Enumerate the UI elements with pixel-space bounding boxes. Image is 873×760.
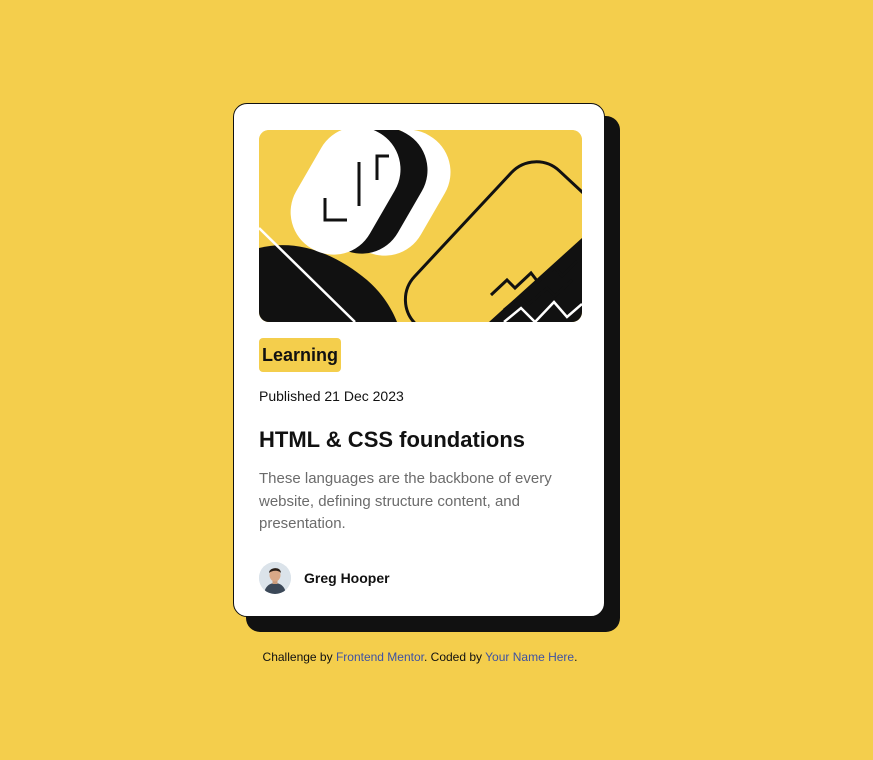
card-description: These languages are the backbone of ever… xyxy=(259,470,552,532)
card-title[interactable]: HTML & CSS foundations xyxy=(259,427,525,453)
publish-date: Published 21 Dec 2023 xyxy=(259,388,404,404)
author: Greg Hooper xyxy=(259,562,390,594)
attribution-middle: . Coded by xyxy=(424,650,486,664)
hero-illustration xyxy=(259,130,582,322)
category-tag: Learning xyxy=(259,338,342,372)
author-site-link[interactable]: Your Name Here xyxy=(485,650,574,664)
attribution: Challenge by Frontend Mentor. Coded by Y… xyxy=(0,650,840,664)
attribution-prefix: Challenge by xyxy=(262,650,336,664)
frontend-mentor-link[interactable]: Frontend Mentor xyxy=(336,650,424,664)
attribution-suffix: . xyxy=(574,650,578,664)
author-name: Greg Hooper xyxy=(304,570,390,586)
blog-preview-card: Learning Published 21 Dec 2023 HTML & CS… xyxy=(233,103,605,617)
avatar xyxy=(259,562,291,594)
